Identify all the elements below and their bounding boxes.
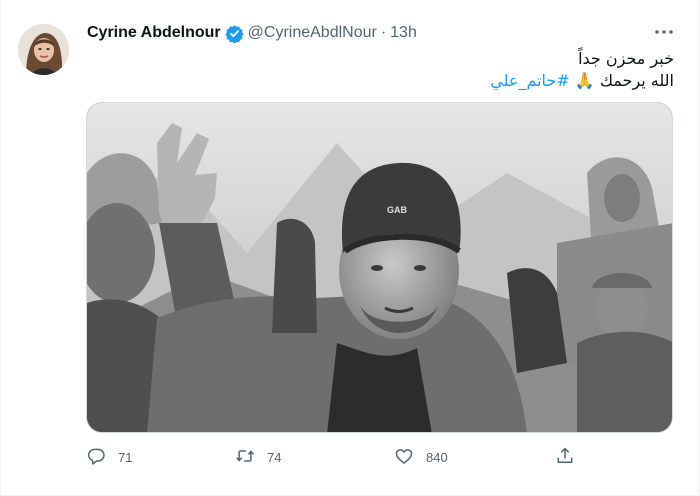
- display-name[interactable]: Cyrine Abdelnour: [87, 24, 221, 42]
- user-handle[interactable]: @CyrineAbdlNour: [248, 24, 377, 42]
- cap-logo-text: GAB: [387, 205, 408, 215]
- separator-dot: ·: [380, 24, 387, 41]
- tweet-text-line-2: الله يرحمك 🙏 #حاتم_علي: [490, 70, 674, 92]
- avatar[interactable]: [18, 24, 69, 75]
- tweet-header: Cyrine Abdelnour @CyrineAbdlNour · 13h: [87, 22, 417, 44]
- like-icon: [394, 446, 414, 469]
- share-button[interactable]: [555, 446, 575, 469]
- tweet-media-image[interactable]: GAB: [86, 102, 673, 433]
- reply-button[interactable]: 71: [86, 446, 132, 469]
- like-count: 840: [426, 449, 448, 465]
- verified-badge-icon: [224, 24, 244, 44]
- hashtag-link[interactable]: #حاتم_علي: [490, 71, 569, 90]
- retweet-button[interactable]: 74: [235, 446, 281, 469]
- tweet-text: خبر محزن جداً الله يرحمك 🙏 #حاتم_علي: [490, 48, 674, 92]
- tweet-text-prayer: الله يرحمك 🙏: [569, 71, 674, 90]
- tweet-text-line-1: خبر محزن جداً: [578, 49, 674, 68]
- more-dots-icon[interactable]: [652, 24, 676, 40]
- reply-icon: [86, 446, 106, 469]
- reply-count: 71: [118, 449, 133, 465]
- tweet-timestamp[interactable]: 13h: [390, 24, 417, 42]
- tweet-card[interactable]: Cyrine Abdelnour @CyrineAbdlNour · 13h خ…: [0, 0, 700, 496]
- like-button[interactable]: 840: [394, 446, 448, 469]
- share-icon: [555, 446, 575, 469]
- tweet-actions: 71 74 840: [86, 443, 606, 471]
- retweet-icon: [235, 446, 255, 469]
- retweet-count: 74: [267, 449, 282, 465]
